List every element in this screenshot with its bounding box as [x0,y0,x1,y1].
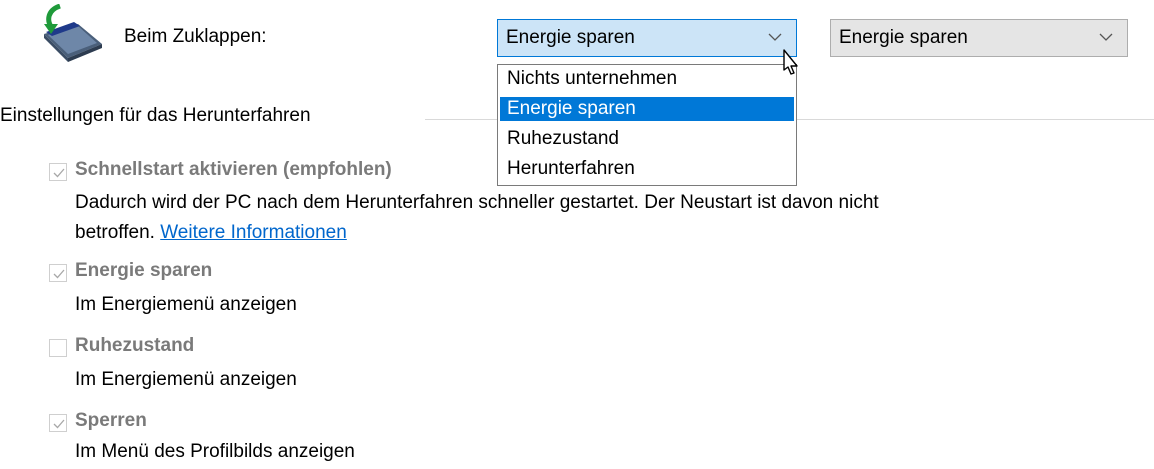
mouse-cursor-icon [778,48,808,84]
lock-checkbox[interactable] [49,414,67,432]
shutdown-settings-title: Einstellungen für das Herunterfahren [0,105,311,126]
lid-close-label: Beim Zuklappen: [124,26,267,47]
laptop-lid-icon [38,3,108,62]
chevron-down-icon [768,33,782,41]
fast-startup-checkbox[interactable] [49,163,67,181]
lock-label: Sperren [75,410,147,431]
checkmark-icon [53,419,65,429]
hibernate-checkbox[interactable] [49,339,67,357]
fast-startup-description-suffix: betroffen. [75,222,155,243]
lid-battery-dropdown[interactable]: Energie sparen [497,19,797,57]
hibernate-description: Im Energiemenü anzeigen [75,369,297,390]
lid-battery-value: Energie sparen [506,27,635,48]
lid-battery-options-list[interactable]: Nichts unternehmen Energie sparen Ruhezu… [497,64,797,186]
lid-plugged-dropdown[interactable]: Energie sparen [830,19,1128,57]
fast-startup-description: Dadurch wird der PC nach dem Herunterfah… [75,192,879,213]
sleep-description: Im Energiemenü anzeigen [75,294,297,315]
option-nichts-unternehmen[interactable]: Nichts unternehmen [500,67,794,91]
option-energie-sparen[interactable]: Energie sparen [500,97,794,121]
hibernate-label: Ruhezustand [75,335,195,356]
lid-plugged-value: Energie sparen [839,27,968,48]
checkmark-icon [53,269,65,279]
fast-startup-label: Schnellstart aktivieren (empfohlen) [75,159,392,180]
lock-description: Im Menü des Profilbilds anzeigen [75,441,355,462]
more-info-link[interactable]: Weitere Informationen [160,222,347,243]
chevron-down-icon [1099,33,1113,41]
sleep-checkbox[interactable] [49,264,67,282]
sleep-label: Energie sparen [75,260,213,281]
option-herunterfahren[interactable]: Herunterfahren [500,157,794,181]
fast-startup-description-line2: betroffen. Weitere Informationen [75,222,347,244]
option-ruhezustand[interactable]: Ruhezustand [500,127,794,151]
checkmark-icon [53,168,65,178]
